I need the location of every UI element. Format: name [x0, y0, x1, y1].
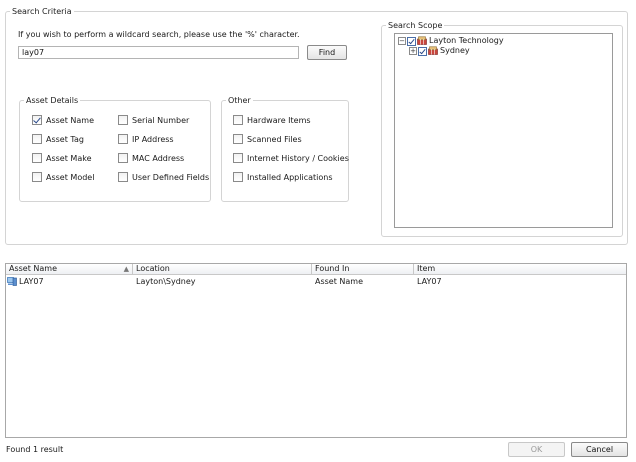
- ip-address-checkbox[interactable]: IP Address: [118, 133, 174, 145]
- checkbox-box[interactable]: [118, 115, 128, 125]
- other-title: Other: [226, 95, 253, 106]
- find-button[interactable]: Find: [307, 45, 347, 60]
- checkbox-box[interactable]: [233, 172, 243, 182]
- hardware-items-checkbox[interactable]: Hardware Items: [233, 114, 311, 126]
- internet-history-checkbox[interactable]: Internet History / Cookies: [233, 152, 349, 164]
- checkbox-box[interactable]: [32, 172, 42, 182]
- user-defined-fields-checkbox[interactable]: User Defined Fields: [118, 171, 209, 183]
- organization-books-icon: [417, 36, 427, 45]
- computer-asset-icon: [7, 277, 17, 286]
- checkbox-label: MAC Address: [132, 153, 185, 163]
- column-header-location[interactable]: Location: [133, 264, 312, 275]
- checkbox-label: Hardware Items: [247, 115, 311, 125]
- serial-number-checkbox[interactable]: Serial Number: [118, 114, 189, 126]
- scanned-files-checkbox[interactable]: Scanned Files: [233, 133, 302, 145]
- checkbox-box[interactable]: [118, 172, 128, 182]
- location-books-icon: [428, 46, 438, 55]
- checkbox-box[interactable]: [233, 134, 243, 144]
- column-header-label: Item: [417, 264, 436, 273]
- checkbox-label: Serial Number: [132, 115, 190, 125]
- checkbox-label: Scanned Files: [247, 134, 302, 144]
- table-row[interactable]: LAY07 Layton\Sydney Asset Name LAY07: [6, 276, 626, 288]
- search-input[interactable]: lay07: [18, 46, 299, 59]
- mac-address-checkbox[interactable]: MAC Address: [118, 152, 184, 164]
- result-count-status: Found 1 result: [6, 445, 64, 454]
- checkbox-box[interactable]: [32, 153, 42, 163]
- tree-node-checkbox[interactable]: [407, 37, 416, 46]
- checkbox-box[interactable]: [233, 115, 243, 125]
- checkbox-box[interactable]: [233, 153, 243, 163]
- cell-asset-name: LAY07: [19, 277, 44, 286]
- column-header-found-in[interactable]: Found In: [312, 264, 414, 275]
- installed-applications-checkbox[interactable]: Installed Applications: [233, 171, 333, 183]
- cell-location: Layton\Sydney: [136, 277, 196, 286]
- column-header-item[interactable]: Item: [414, 264, 626, 275]
- checkbox-box[interactable]: [118, 153, 128, 163]
- wildcard-hint: If you wish to perform a wildcard search…: [18, 30, 300, 39]
- scope-tree[interactable]: − Layton Technology + Sydney: [394, 33, 613, 228]
- tree-node-label[interactable]: Layton Technology: [429, 36, 504, 45]
- checkbox-label: IP Address: [132, 134, 174, 144]
- results-grid[interactable]: Asset Name ▲ Location Found In Item LAY0…: [5, 263, 627, 438]
- cell-found-in: Asset Name: [315, 277, 364, 286]
- cell-item: LAY07: [417, 277, 442, 286]
- checkbox-box[interactable]: [118, 134, 128, 144]
- tree-node-label[interactable]: Sydney: [440, 46, 470, 55]
- checkbox-label: Asset Tag: [46, 134, 84, 144]
- column-header-label: Asset Name: [9, 264, 58, 273]
- asset-details-title: Asset Details: [24, 95, 81, 106]
- column-header-asset-name[interactable]: Asset Name ▲: [6, 264, 133, 275]
- checkbox-box[interactable]: [32, 115, 42, 125]
- column-header-label: Location: [136, 264, 170, 273]
- asset-name-checkbox[interactable]: Asset Name: [32, 114, 94, 126]
- asset-tag-checkbox[interactable]: Asset Tag: [32, 133, 84, 145]
- checkbox-label: Internet History / Cookies: [247, 153, 349, 163]
- checkbox-label: Asset Name: [46, 115, 95, 125]
- search-criteria-title: Search Criteria: [10, 6, 74, 17]
- ok-button[interactable]: OK: [508, 442, 565, 457]
- checkbox-label: Installed Applications: [247, 172, 333, 182]
- search-scope-title: Search Scope: [386, 20, 445, 31]
- expand-expander[interactable]: +: [409, 47, 417, 55]
- asset-model-checkbox[interactable]: Asset Model: [32, 171, 94, 183]
- cancel-button[interactable]: Cancel: [571, 442, 628, 457]
- sort-ascending-icon: ▲: [123, 265, 129, 273]
- asset-make-checkbox[interactable]: Asset Make: [32, 152, 91, 164]
- checkbox-label: Asset Model: [46, 172, 95, 182]
- checkbox-label: User Defined Fields: [132, 172, 210, 182]
- collapse-expander[interactable]: −: [398, 37, 406, 45]
- checkbox-label: Asset Make: [46, 153, 92, 163]
- checkbox-box[interactable]: [32, 134, 42, 144]
- tree-node-checkbox[interactable]: [418, 47, 427, 56]
- column-header-label: Found In: [315, 264, 350, 273]
